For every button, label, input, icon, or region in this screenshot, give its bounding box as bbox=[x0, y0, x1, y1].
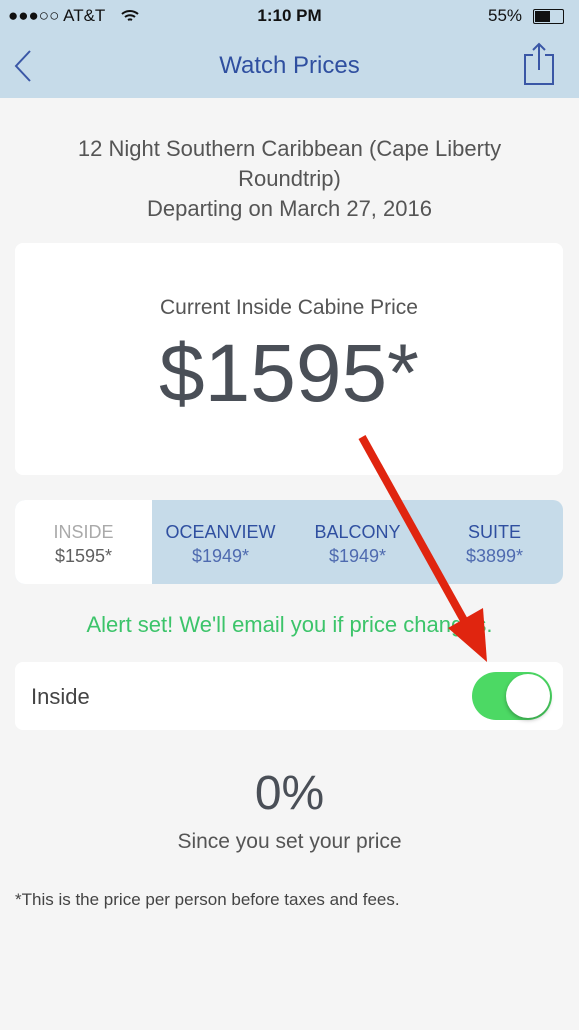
price-change: 0% bbox=[254, 767, 325, 820]
cabin-price: $1595* bbox=[54, 546, 113, 566]
cabin-name: INSIDE bbox=[53, 522, 114, 542]
cabin-price: $3899* bbox=[465, 546, 524, 566]
cabin-name: BALCONY bbox=[314, 522, 401, 542]
toggle-label: Inside bbox=[31, 684, 90, 709]
alert-toggle[interactable] bbox=[472, 672, 552, 720]
tab-balcony[interactable]: BALCONY $1949* bbox=[289, 500, 426, 584]
cabin-name: OCEANVIEW bbox=[165, 522, 276, 542]
tab-inside[interactable]: INSIDE $1595* bbox=[15, 500, 152, 584]
price-card: Current Inside Cabine Price $1595* bbox=[15, 243, 563, 475]
tab-oceanview[interactable]: OCEANVIEW $1949* bbox=[152, 500, 289, 584]
price-change-caption: Since you set your price bbox=[177, 830, 402, 853]
share-icon[interactable] bbox=[522, 42, 556, 86]
price-label: Current Inside Cabine Price bbox=[160, 296, 418, 319]
trip-name: 12 Night Southern Caribbean (Cape Libert… bbox=[77, 136, 502, 161]
cabin-price: $1949* bbox=[328, 546, 387, 566]
battery-percent: 55% bbox=[488, 6, 523, 25]
footnote: *This is the price per person before tax… bbox=[15, 890, 400, 909]
tab-suite[interactable]: SUITE $3899* bbox=[426, 500, 563, 584]
alert-toggle-row: Inside bbox=[15, 662, 563, 730]
cabin-name: SUITE bbox=[467, 522, 521, 542]
trip-name-cont: Roundtrip) bbox=[238, 166, 341, 191]
header: ●●●○○ AT&T 1:10 PM 55% Watch Prices bbox=[0, 0, 579, 98]
toggle-knob bbox=[506, 674, 550, 718]
departure-date: Departing on March 27, 2016 bbox=[147, 196, 432, 221]
trip-info: 12 Night Southern Caribbean (Cape Libert… bbox=[20, 134, 559, 224]
cabin-selector: INSIDE $1595* OCEANVIEW $1949* BALCONY $194… bbox=[15, 500, 563, 584]
current-price: $1595* bbox=[159, 328, 419, 419]
page-title: Watch Prices bbox=[219, 52, 360, 79]
battery-icon bbox=[533, 9, 564, 24]
alert-message: Alert set! We'll email you if price chan… bbox=[86, 612, 493, 637]
cabin-price: $1949* bbox=[191, 546, 250, 566]
